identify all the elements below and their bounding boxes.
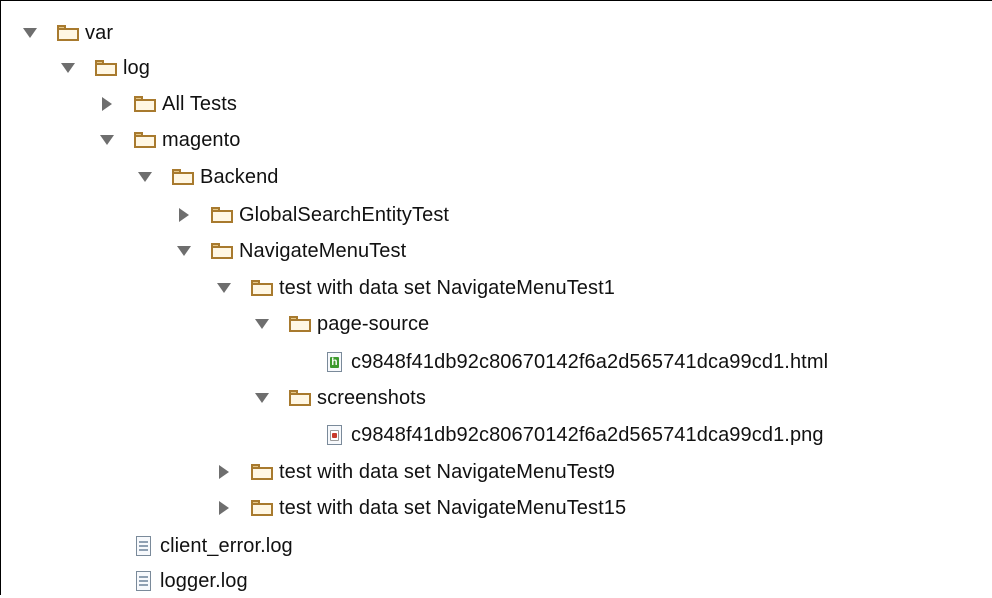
tree-row-log[interactable]: log <box>59 51 150 85</box>
folder-icon <box>251 500 273 516</box>
file-tree: var log All Tests magento Backend Global… <box>1 1 992 596</box>
tree-row-client-error-log[interactable]: client_error.log <box>136 529 293 563</box>
html-file-icon: h <box>327 352 342 372</box>
folder-icon <box>289 390 311 406</box>
expanded-arrow-icon[interactable] <box>253 307 271 341</box>
tree-row-all-tests[interactable]: All Tests <box>98 87 237 121</box>
tree-row-magento[interactable]: magento <box>98 123 241 157</box>
tree-row-label: Backend <box>200 166 279 188</box>
folder-icon <box>251 280 273 296</box>
tree-row-backend[interactable]: Backend <box>136 160 279 194</box>
tree-row-navigate-menu-test9[interactable]: test with data set NavigateMenuTest9 <box>215 455 615 489</box>
tree-row-label: test with data set NavigateMenuTest15 <box>279 497 627 519</box>
expanded-arrow-icon[interactable] <box>136 160 154 194</box>
tree-row-label: var <box>85 22 114 44</box>
tree-row-logger-log[interactable]: logger.log <box>136 564 248 598</box>
tree-row-screenshots[interactable]: screenshots <box>253 381 426 415</box>
tree-row-label: log <box>123 57 150 79</box>
tree-row-var[interactable]: var <box>21 16 113 50</box>
folder-icon <box>172 169 194 185</box>
expanded-arrow-icon[interactable] <box>21 16 39 50</box>
expanded-arrow-icon[interactable] <box>253 381 271 415</box>
folder-icon <box>211 243 233 259</box>
folder-icon <box>95 60 117 76</box>
tree-row-navigate-menu-test[interactable]: NavigateMenuTest <box>175 234 406 268</box>
folder-icon <box>251 464 273 480</box>
folder-icon <box>57 25 79 41</box>
image-file-icon <box>327 425 342 445</box>
collapsed-arrow-icon[interactable] <box>215 455 233 489</box>
tree-row-navigate-menu-test1[interactable]: test with data set NavigateMenuTest1 <box>215 271 615 305</box>
project-tree-panel: var log All Tests magento Backend Global… <box>0 0 992 595</box>
tree-row-page-source[interactable]: page-source <box>253 307 429 341</box>
expanded-arrow-icon[interactable] <box>59 51 77 85</box>
text-file-icon <box>136 571 151 591</box>
tree-row-navigate-menu-test15[interactable]: test with data set NavigateMenuTest15 <box>215 491 626 525</box>
tree-row-label: magento <box>162 129 241 151</box>
folder-icon <box>134 132 156 148</box>
folder-icon <box>289 316 311 332</box>
tree-row-label: page-source <box>317 313 430 335</box>
tree-row-label: logger.log <box>160 570 248 592</box>
tree-row-label: GlobalSearchEntityTest <box>239 204 450 226</box>
tree-row-label: test with data set NavigateMenuTest9 <box>279 461 616 483</box>
tree-row-label: client_error.log <box>160 535 293 557</box>
tree-row-label: All Tests <box>162 93 238 115</box>
expanded-arrow-icon[interactable] <box>175 234 193 268</box>
tree-row-label: NavigateMenuTest <box>239 240 407 262</box>
tree-row-label: test with data set NavigateMenuTest1 <box>279 277 616 299</box>
tree-row-png-file[interactable]: c9848f41db92c80670142f6a2d565741dca99cd1… <box>327 418 824 452</box>
text-file-icon <box>136 536 151 556</box>
collapsed-arrow-icon[interactable] <box>98 87 116 121</box>
expanded-arrow-icon[interactable] <box>215 271 233 305</box>
tree-row-label: c9848f41db92c80670142f6a2d565741dca99cd1… <box>351 351 829 373</box>
tree-row-label: screenshots <box>317 387 426 409</box>
collapsed-arrow-icon[interactable] <box>215 491 233 525</box>
folder-icon <box>134 96 156 112</box>
tree-row-html-file[interactable]: h c9848f41db92c80670142f6a2d565741dca99c… <box>327 345 828 379</box>
tree-row-global-search-entity-test[interactable]: GlobalSearchEntityTest <box>175 198 449 232</box>
folder-icon <box>211 207 233 223</box>
collapsed-arrow-icon[interactable] <box>175 198 193 232</box>
expanded-arrow-icon[interactable] <box>98 123 116 157</box>
tree-row-label: c9848f41db92c80670142f6a2d565741dca99cd1… <box>351 424 824 446</box>
